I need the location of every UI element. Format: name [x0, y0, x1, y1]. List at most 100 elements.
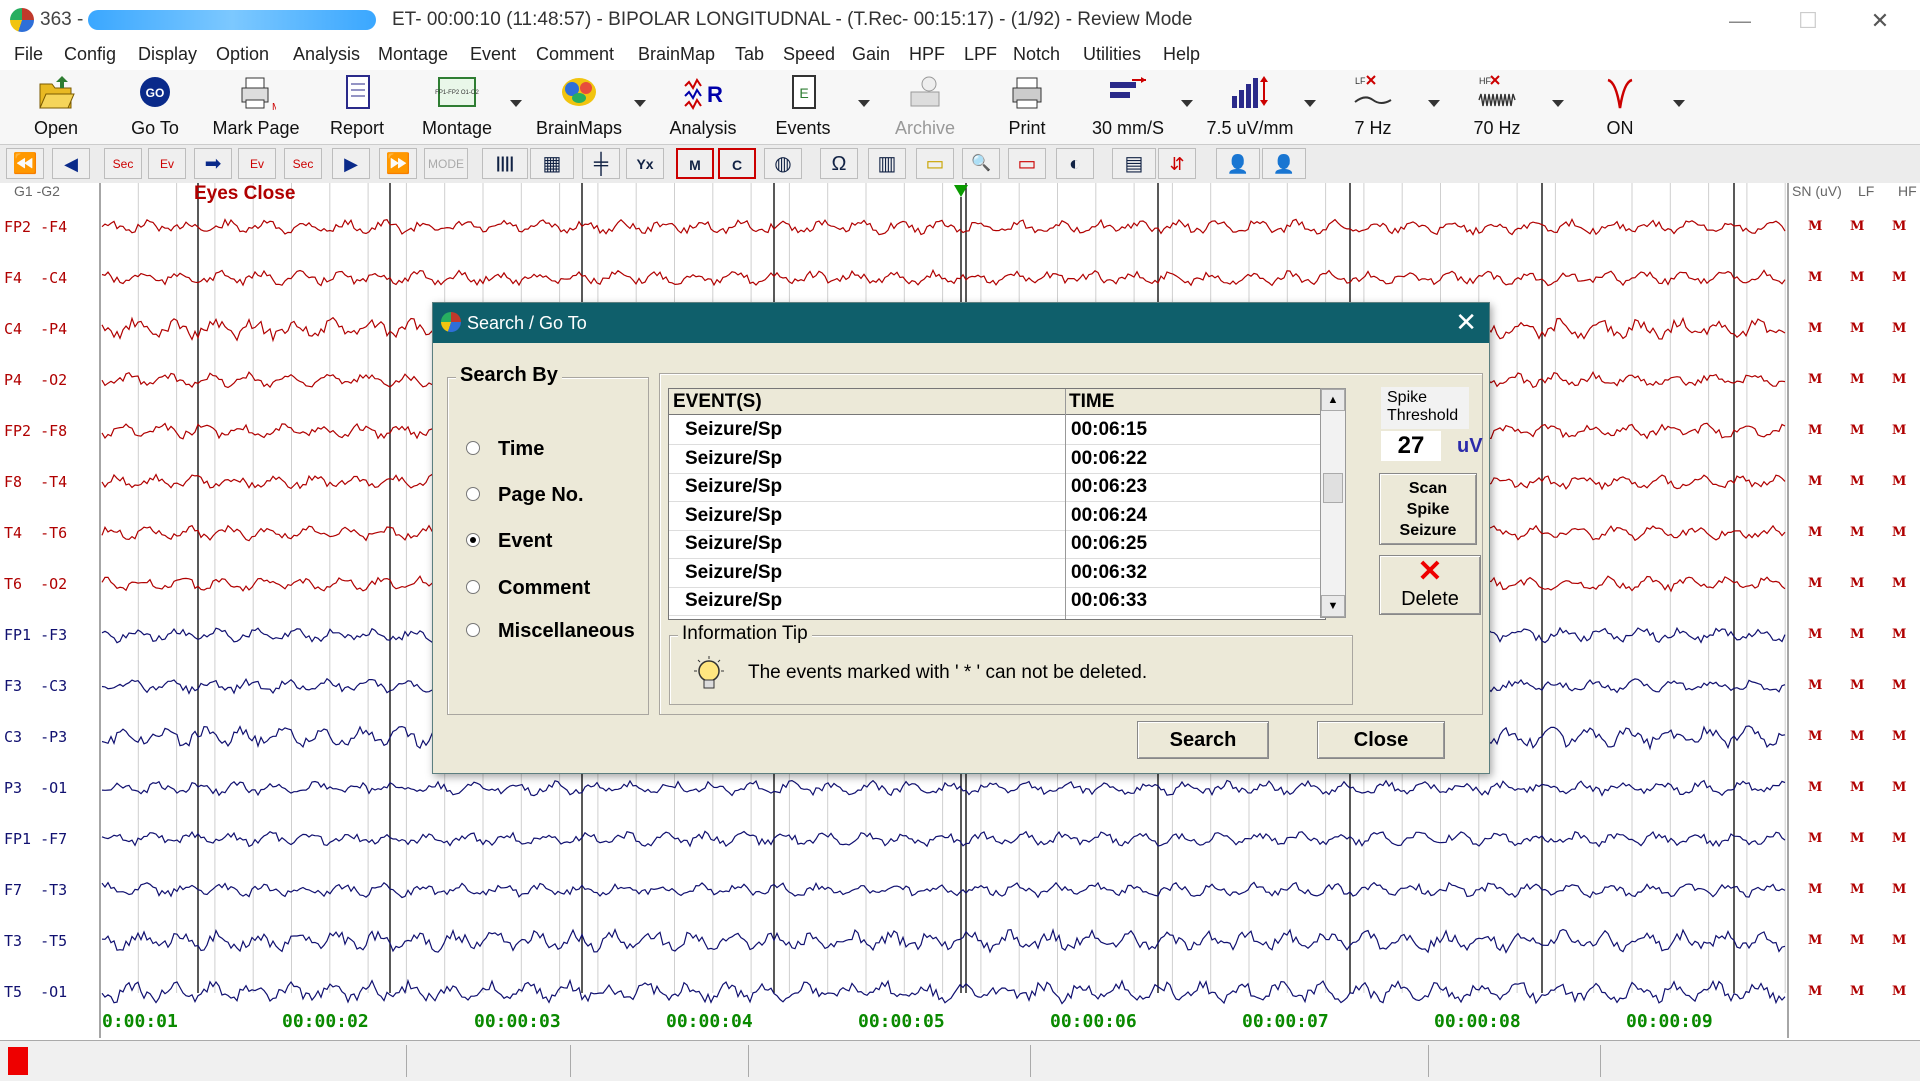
channel-marker[interactable]: M [1892, 984, 1906, 999]
channel-marker[interactable]: M [1808, 270, 1822, 285]
patient-add-icon[interactable]: 👤 [1262, 148, 1306, 179]
channel-marker[interactable]: M [1850, 678, 1864, 693]
table-row[interactable]: Seizure/Sp 00:06:15 [669, 416, 1325, 445]
radio-comment[interactable]: Comment [466, 577, 590, 600]
channel-label[interactable]: FP2 -F8 [4, 422, 67, 440]
channel-marker[interactable]: M [1808, 423, 1822, 438]
next-page-icon[interactable]: ▶ [332, 148, 370, 179]
menu-hpf[interactable]: HPF [909, 44, 945, 65]
gain-button[interactable]: 7.5 uV/mm [1198, 74, 1302, 142]
channel-marker[interactable]: M [1850, 423, 1864, 438]
channel-marker[interactable]: M [1850, 831, 1864, 846]
channel-marker[interactable]: M [1850, 270, 1864, 285]
split-trace-icon[interactable]: ⇵ [1158, 148, 1196, 179]
channel-label[interactable]: P3 -O1 [4, 779, 67, 797]
table-row[interactable]: Seizure/Sp 00:06:25 [669, 530, 1325, 559]
channel-label[interactable]: F8 -T4 [4, 473, 67, 491]
channel-label[interactable]: FP1 -F7 [4, 830, 67, 848]
channel-marker[interactable]: M [1850, 882, 1864, 897]
channel-marker[interactable]: M [1892, 576, 1906, 591]
channel-label[interactable]: FP2 -F4 [4, 218, 67, 236]
search-button[interactable]: Search [1137, 721, 1269, 759]
open-button[interactable]: Open [4, 74, 108, 142]
lf-filter-button[interactable]: LF 7 Hz [1321, 74, 1425, 142]
table-row[interactable]: Seizure/Sp 00:06:32 [669, 559, 1325, 588]
channel-marker[interactable]: M [1892, 219, 1906, 234]
table-row[interactable]: Seizure/Sp 00:06:33 [669, 587, 1325, 616]
dialog-title-bar[interactable]: Search / Go To ✕ [433, 303, 1489, 343]
scroll-thumb[interactable] [1323, 473, 1343, 503]
brainmaps-dropdown-arrow[interactable] [634, 100, 646, 107]
montage-dropdown-arrow[interactable] [510, 100, 522, 107]
channel-marker[interactable]: M [1850, 525, 1864, 540]
menu-brainmap[interactable]: BrainMap [638, 44, 715, 65]
marker-m-icon[interactable]: M [676, 148, 714, 179]
brainmaps-button[interactable]: BrainMaps [527, 74, 631, 142]
notch-dropdown-arrow[interactable] [1673, 100, 1685, 107]
maximize-button[interactable]: ☐ [1780, 4, 1836, 38]
channel-marker[interactable]: M [1808, 525, 1822, 540]
menu-utilities[interactable]: Utilities [1083, 44, 1141, 65]
close-window-button[interactable]: ✕ [1852, 4, 1908, 38]
go-forward-icon[interactable]: ➡ [194, 148, 232, 179]
zoom-page-icon[interactable]: 🔍 [962, 148, 1000, 179]
menu-lpf[interactable]: LPF [964, 44, 997, 65]
previous-page-icon[interactable]: ◀ [52, 148, 90, 179]
cursor-cross-icon[interactable]: ╪ [582, 148, 620, 179]
channel-label[interactable]: F4 -C4 [4, 269, 67, 287]
channel-marker[interactable]: M [1892, 270, 1906, 285]
channel-marker[interactable]: M [1808, 780, 1822, 795]
next-event-icon[interactable]: Ev [238, 148, 276, 179]
analysis-button[interactable]: R Analysis [651, 74, 755, 142]
notch-button[interactable]: ON [1568, 74, 1672, 142]
channel-marker[interactable]: M [1892, 780, 1906, 795]
channel-marker[interactable]: M [1808, 321, 1822, 336]
channel-marker[interactable]: M [1850, 780, 1864, 795]
menu-config[interactable]: Config [64, 44, 116, 65]
radio-miscellaneous[interactable]: Miscellaneous [466, 620, 635, 643]
channel-marker[interactable]: M [1850, 372, 1864, 387]
table-header-time[interactable]: TIME [1065, 389, 1325, 415]
menu-gain[interactable]: Gain [852, 44, 890, 65]
table-row[interactable]: Seizure/Sp 00:06:23 [669, 473, 1325, 502]
menu-event[interactable]: Event [470, 44, 516, 65]
channel-marker[interactable]: M [1850, 321, 1864, 336]
channel-marker[interactable]: M [1892, 831, 1906, 846]
channel-marker[interactable]: M [1808, 831, 1822, 846]
channel-marker[interactable]: M [1850, 984, 1864, 999]
speed-button[interactable]: 30 mm/S [1076, 74, 1180, 142]
scan-spike-seizure-button[interactable]: Scan Spike Seizure [1379, 473, 1477, 545]
hf-filter-button[interactable]: HF 70 Hz [1445, 74, 1549, 142]
goto-button[interactable]: GO Go To [103, 74, 207, 142]
channel-label[interactable]: P4 -O2 [4, 371, 67, 389]
menu-file[interactable]: File [14, 44, 43, 65]
channel-marker[interactable]: M [1808, 882, 1822, 897]
radio-time[interactable]: Time [466, 438, 544, 461]
channel-marker[interactable]: M [1808, 576, 1822, 591]
channel-marker[interactable]: M [1808, 933, 1822, 948]
channel-marker[interactable]: M [1808, 984, 1822, 999]
channel-label[interactable]: T6 -O2 [4, 575, 67, 593]
channel-marker[interactable]: M [1808, 729, 1822, 744]
channel-marker[interactable]: M [1892, 729, 1906, 744]
channel-marker[interactable]: M [1850, 219, 1864, 234]
channel-marker[interactable]: M [1850, 627, 1864, 642]
menu-tab[interactable]: Tab [735, 44, 764, 65]
globe-icon[interactable]: ◍ [764, 148, 802, 179]
radio-miscellaneous-icon[interactable] [466, 623, 480, 637]
select-rect-icon[interactable]: ▭ [1008, 148, 1046, 179]
channel-marker[interactable]: M [1892, 525, 1906, 540]
table-row[interactable]: Seizure/Sp 00:06:24 [669, 502, 1325, 531]
channel-marker[interactable]: M [1892, 372, 1906, 387]
channel-label[interactable]: T3 -T5 [4, 932, 67, 950]
channel-label[interactable]: C4 -P4 [4, 320, 67, 338]
channel-marker[interactable]: M [1892, 423, 1906, 438]
last-page-icon[interactable]: ⏩ [379, 148, 417, 179]
first-page-icon[interactable]: ⏪ [6, 148, 44, 179]
minimize-button[interactable]: — [1712, 4, 1768, 38]
table-icon[interactable]: ▥ [868, 148, 906, 179]
channel-marker[interactable]: M [1850, 729, 1864, 744]
spike-threshold-input[interactable]: 27 [1381, 431, 1441, 461]
channel-marker[interactable]: M [1808, 627, 1822, 642]
contrast-icon[interactable]: ◐ [1056, 148, 1094, 179]
